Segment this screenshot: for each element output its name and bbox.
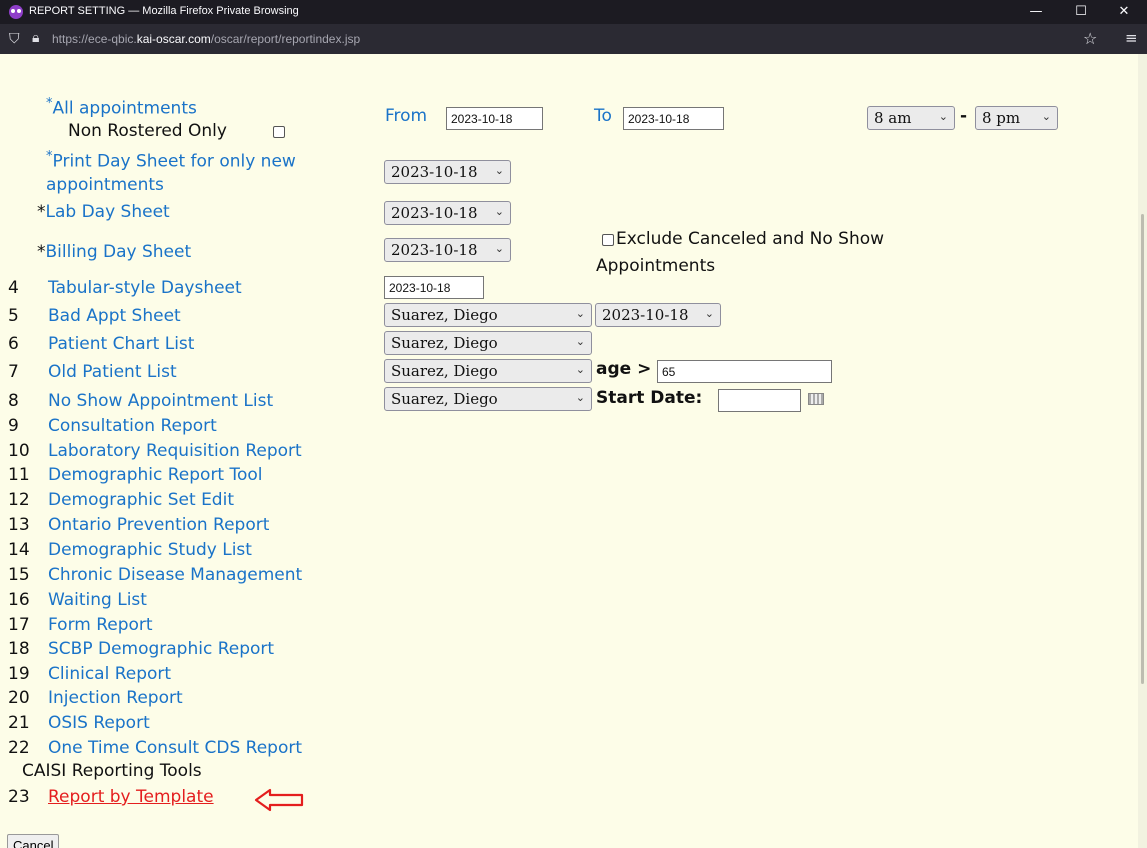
report-link[interactable]: Demographic Set Edit — [48, 490, 234, 510]
start-date-input[interactable] — [718, 389, 801, 412]
exclude-canceled-label: Exclude Canceled and No Show — [616, 229, 885, 249]
report-link[interactable]: Injection Report — [48, 688, 183, 708]
patient-chart-provider-select[interactable]: Suarez, Diego ⌄ — [384, 331, 592, 355]
non-rostered-checkbox[interactable] — [273, 126, 285, 138]
chevron-down-icon: ⌄ — [575, 335, 585, 348]
time-dash: - — [960, 106, 968, 126]
all-appointments-link[interactable]: *All appointments — [46, 96, 197, 119]
maximize-button[interactable]: ☐ — [1062, 0, 1100, 24]
report-number: 16 — [8, 590, 30, 610]
window-title: REPORT SETTING — Mozilla Firefox Private… — [29, 5, 299, 17]
to-label: To — [594, 106, 612, 126]
bookmark-star-icon[interactable]: ☆ — [1083, 29, 1097, 48]
report-link[interactable]: Patient Chart List — [48, 334, 194, 354]
report-number: 23 — [8, 787, 30, 807]
billing-day-sheet-link[interactable]: *Billing Day Sheet — [37, 242, 191, 262]
firefox-private-icon — [9, 5, 23, 19]
report-number: 21 — [8, 713, 30, 733]
report-link[interactable]: No Show Appointment List — [48, 391, 273, 411]
chevron-down-icon: ⌄ — [494, 205, 504, 218]
tabular-daysheet-date-input[interactable]: 2023-10-18 — [384, 276, 484, 299]
chevron-down-icon: ⌄ — [938, 110, 948, 123]
report-number: 19 — [8, 664, 30, 684]
report-number: 5 — [8, 306, 19, 326]
report-number: 17 — [8, 615, 30, 635]
report-link[interactable]: Laboratory Requisition Report — [48, 441, 302, 461]
report-number: 18 — [8, 639, 30, 659]
report-setting-page: *All appointments Non Rostered Only From… — [0, 54, 1147, 848]
chevron-down-icon: ⌄ — [575, 363, 585, 376]
no-show-provider-select[interactable]: Suarez, Diego ⌄ — [384, 387, 592, 411]
report-number: 7 — [8, 362, 19, 382]
minimize-button[interactable]: — — [1017, 0, 1055, 24]
report-number: 6 — [8, 334, 19, 354]
time-start-select[interactable]: 8 am ⌄ — [867, 106, 955, 130]
non-rostered-only-label: Non Rostered Only — [68, 121, 227, 141]
age-input[interactable]: 65 — [657, 360, 832, 383]
old-patient-provider-select[interactable]: Suarez, Diego ⌄ — [384, 359, 592, 383]
chevron-down-icon: ⌄ — [704, 307, 714, 320]
chevron-down-icon: ⌄ — [494, 242, 504, 255]
from-date-input[interactable]: 2023-10-18 — [446, 107, 543, 130]
to-date-input[interactable]: 2023-10-18 — [623, 107, 724, 130]
lock-icon[interactable]: 🔒︎ — [32, 30, 39, 46]
address-bar[interactable]: ⛉ 🔒︎ https://ece-qbic.kai-oscar.com/osca… — [0, 24, 1147, 54]
window-titlebar: REPORT SETTING — Mozilla Firefox Private… — [0, 0, 1147, 24]
report-link[interactable]: Tabular-style Daysheet — [48, 278, 242, 298]
vertical-scrollbar[interactable] — [1138, 54, 1147, 848]
chevron-down-icon: ⌄ — [575, 307, 585, 320]
chevron-down-icon: ⌄ — [1041, 110, 1051, 123]
hamburger-menu-icon[interactable]: ≡ — [1125, 29, 1138, 47]
report-link[interactable]: Consultation Report — [48, 416, 217, 436]
billing-day-sheet-date-select[interactable]: 2023-10-18 ⌄ — [384, 238, 511, 262]
report-number: 10 — [8, 441, 30, 461]
from-label: From — [385, 106, 428, 126]
calendar-icon[interactable] — [808, 393, 824, 405]
report-link[interactable]: Ontario Prevention Report — [48, 515, 269, 535]
report-link[interactable]: OSIS Report — [48, 713, 150, 733]
report-link[interactable]: SCBP Demographic Report — [48, 639, 274, 659]
report-number: 4 — [8, 278, 19, 298]
url-text[interactable]: https://ece-qbic.kai-oscar.com/oscar/rep… — [52, 32, 360, 46]
chevron-down-icon: ⌄ — [494, 164, 504, 177]
print-day-sheet-link-line2[interactable]: appointments — [46, 175, 164, 195]
report-number: 22 — [8, 738, 30, 758]
report-link[interactable]: Old Patient List — [48, 362, 177, 382]
report-number: 8 — [8, 391, 19, 411]
report-link[interactable]: One Time Consult CDS Report — [48, 738, 302, 758]
report-link[interactable]: Demographic Study List — [48, 540, 252, 560]
report-by-template-link[interactable]: Report by Template — [48, 787, 214, 807]
report-link[interactable]: Chronic Disease Management — [48, 565, 302, 585]
report-number: 13 — [8, 515, 30, 535]
bad-appt-provider-select[interactable]: Suarez, Diego ⌄ — [384, 303, 592, 327]
report-link[interactable]: Demographic Report Tool — [48, 465, 263, 485]
report-number: 20 — [8, 688, 30, 708]
caisi-reporting-tools-heading: CAISI Reporting Tools — [22, 761, 202, 781]
print-day-sheet-link[interactable]: *Print Day Sheet for only new — [46, 149, 296, 172]
start-date-label: Start Date: — [596, 388, 703, 408]
scrollbar-thumb[interactable] — [1141, 214, 1144, 684]
report-number: 12 — [8, 490, 30, 510]
age-label: age > — [596, 359, 652, 379]
time-end-select[interactable]: 8 pm ⌄ — [975, 106, 1058, 130]
tracking-shield-icon[interactable]: ⛉ — [9, 31, 20, 47]
report-number: 11 — [8, 465, 30, 485]
report-number: 14 — [8, 540, 30, 560]
chevron-down-icon: ⌄ — [575, 391, 585, 404]
close-button[interactable]: ✕ — [1105, 0, 1143, 24]
lab-day-sheet-date-select[interactable]: 2023-10-18 ⌄ — [384, 201, 511, 225]
lab-day-sheet-link[interactable]: *Lab Day Sheet — [37, 202, 170, 222]
report-number: 9 — [8, 416, 19, 436]
report-link[interactable]: Waiting List — [48, 590, 147, 610]
bad-appt-date-select[interactable]: 2023-10-18 ⌄ — [595, 303, 721, 327]
exclude-canceled-label-line2: Appointments — [596, 256, 716, 276]
report-link[interactable]: Form Report — [48, 615, 153, 635]
print-day-sheet-date-select[interactable]: 2023-10-18 ⌄ — [384, 160, 511, 184]
exclude-canceled-checkbox[interactable] — [602, 234, 614, 246]
left-arrow-icon — [254, 788, 304, 812]
cancel-button[interactable]: Cancel — [7, 834, 60, 848]
report-link[interactable]: Bad Appt Sheet — [48, 306, 181, 326]
report-link[interactable]: Clinical Report — [48, 664, 171, 684]
report-number: 15 — [8, 565, 30, 585]
